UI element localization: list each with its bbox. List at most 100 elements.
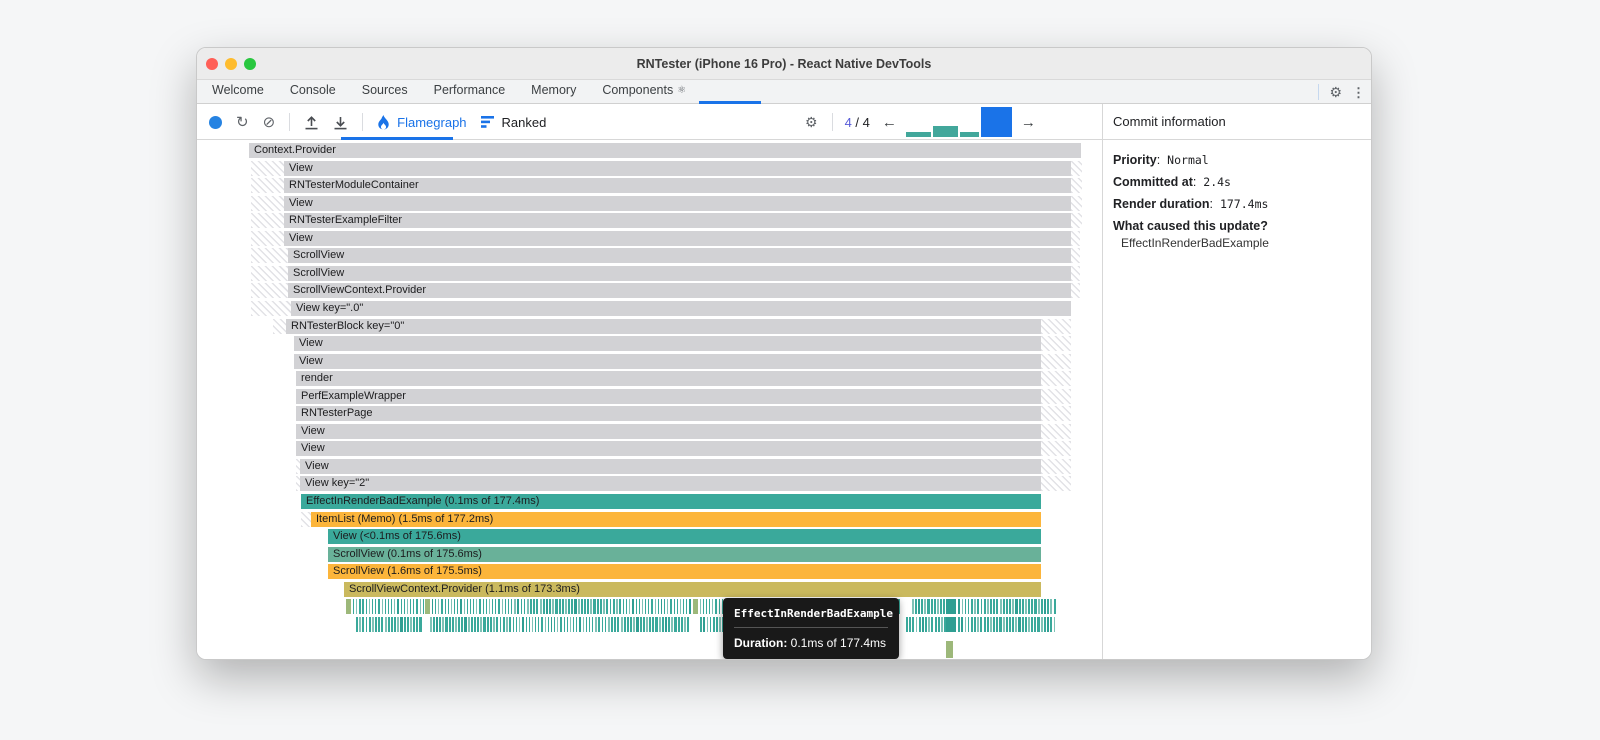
- flame-bar-tiny[interactable]: [431, 599, 433, 614]
- flame-bar-tiny[interactable]: [534, 617, 537, 632]
- flame-bar-tiny[interactable]: [659, 617, 661, 632]
- flame-bar-tiny[interactable]: [636, 617, 639, 632]
- flame-bar-tiny[interactable]: [915, 617, 918, 632]
- flame-bar-tiny[interactable]: [1015, 617, 1017, 632]
- flame-bar-tiny[interactable]: [644, 599, 647, 614]
- commit-bar[interactable]: [959, 132, 979, 137]
- flame-bar-tiny[interactable]: [980, 599, 983, 614]
- flame-bar-tiny[interactable]: [436, 617, 438, 632]
- flame-bar-tiny[interactable]: [506, 617, 508, 632]
- flame-bar-tiny[interactable]: [624, 617, 626, 632]
- flame-bar-tiny[interactable]: [485, 599, 488, 614]
- flame-bar-tiny[interactable]: [358, 599, 361, 614]
- flame-bar-tiny[interactable]: [614, 617, 616, 632]
- flame-bar-tiny[interactable]: [688, 599, 692, 614]
- flame-bar-tiny[interactable]: [984, 599, 986, 614]
- flame-bar-tiny[interactable]: [578, 617, 582, 632]
- flame-bar[interactable]: View key="2": [300, 476, 1041, 492]
- flame-bar-tiny[interactable]: [510, 599, 513, 614]
- flame-bar-tiny[interactable]: [935, 617, 937, 632]
- flame-bar-tiny[interactable]: [597, 599, 599, 614]
- flame-bar-tiny[interactable]: [523, 599, 526, 614]
- flame-bar-tiny[interactable]: [437, 599, 440, 614]
- commit-bar[interactable]: [932, 126, 958, 137]
- flame-bar[interactable]: ScrollView (0.1ms of 175.6ms): [328, 546, 1041, 562]
- flame-bar-tiny[interactable]: [471, 617, 473, 632]
- flame-bar-tiny[interactable]: [611, 617, 613, 632]
- flame-bar-tiny[interactable]: [475, 599, 478, 614]
- flame-bar-tiny[interactable]: [909, 617, 911, 632]
- flame-bar-tiny[interactable]: [419, 599, 422, 614]
- flame-bar-tiny[interactable]: [1053, 617, 1055, 632]
- flame-bar-tiny[interactable]: [517, 599, 520, 614]
- flame-bar-tiny[interactable]: [544, 617, 547, 632]
- flame-bar-tiny[interactable]: [569, 617, 572, 632]
- flame-bar-tiny[interactable]: [943, 599, 945, 614]
- flame-bar-tiny[interactable]: [609, 599, 611, 614]
- flame-bar-tiny[interactable]: [434, 599, 437, 614]
- flame-bar[interactable]: PerfExampleWrapper: [296, 388, 1041, 404]
- flame-bar-tiny[interactable]: [553, 617, 556, 632]
- flame-bar-tiny[interactable]: [987, 599, 989, 614]
- flame-bar-tiny[interactable]: [458, 617, 460, 632]
- flame-bar-tiny[interactable]: [515, 617, 518, 632]
- flame-bar-tiny[interactable]: [919, 617, 921, 632]
- flame-bar-tiny[interactable]: [509, 617, 511, 632]
- flame-bar-tiny[interactable]: [459, 599, 463, 614]
- flame-bar-tiny[interactable]: [584, 599, 586, 614]
- flame-bar[interactable]: View (<0.1ms of 175.6ms): [328, 529, 1041, 545]
- flame-bar-tiny[interactable]: [469, 599, 472, 614]
- flame-bar[interactable]: EffectInRenderBadExample (0.1ms of 177.4…: [301, 494, 1041, 509]
- tab-components[interactable]: Components ⚛: [589, 80, 699, 104]
- flame-bar-tiny[interactable]: [938, 617, 940, 632]
- flame-bar-tiny[interactable]: [1041, 617, 1043, 632]
- flame-bar-tiny[interactable]: [374, 599, 377, 614]
- flame-bar-tiny[interactable]: [362, 599, 364, 614]
- flame-bar-tiny[interactable]: [1050, 617, 1052, 632]
- flame-bar-tiny[interactable]: [681, 617, 683, 632]
- flame-bar-tiny[interactable]: [621, 617, 623, 632]
- flame-bar-tiny[interactable]: [550, 617, 553, 632]
- flame-bar-tiny[interactable]: [674, 617, 677, 632]
- flame-bar-tiny[interactable]: [977, 599, 980, 614]
- flame-bar-tiny[interactable]: [440, 599, 443, 614]
- flame-bar-tiny[interactable]: [521, 617, 524, 632]
- flame-bar-tiny[interactable]: [525, 617, 527, 632]
- flame-bar-tiny[interactable]: [588, 617, 591, 632]
- flame-bar-tiny[interactable]: [388, 617, 390, 632]
- flame-bar-tiny[interactable]: [1009, 617, 1011, 632]
- flame-bar-tiny[interactable]: [352, 599, 354, 614]
- flame-bar-tiny[interactable]: [922, 617, 924, 632]
- flame-bar-tiny[interactable]: [912, 599, 914, 614]
- flame-bar-tiny[interactable]: [480, 617, 482, 632]
- flame-bar-tiny[interactable]: [927, 599, 930, 614]
- flame-bar-tiny[interactable]: [665, 617, 667, 632]
- flame-bar-tiny[interactable]: [488, 599, 491, 614]
- flame-bar-tiny[interactable]: [527, 599, 529, 614]
- flame-bar-tiny[interactable]: [442, 617, 444, 632]
- flame-bar-tiny[interactable]: [474, 617, 476, 632]
- flame-bar-tiny[interactable]: [372, 617, 374, 632]
- flame-bar-tiny[interactable]: [961, 617, 964, 632]
- flame-bar-tiny[interactable]: [915, 599, 917, 614]
- flame-bar-tiny[interactable]: [1022, 599, 1024, 614]
- flame-bar-tiny[interactable]: [676, 599, 679, 614]
- flame-bar-tiny[interactable]: [662, 617, 664, 632]
- flame-bar-tiny[interactable]: [404, 617, 406, 632]
- flame-bar-tiny[interactable]: [393, 599, 396, 614]
- tab-performance[interactable]: Performance: [421, 80, 519, 104]
- flame-bar-tiny[interactable]: [355, 599, 358, 614]
- flame-bar-tiny[interactable]: [603, 599, 605, 614]
- flame-bar-tiny[interactable]: [1006, 599, 1008, 614]
- flame-bar-tiny[interactable]: [647, 599, 650, 614]
- flame-bar-tiny[interactable]: [416, 617, 418, 632]
- flame-bar-tiny[interactable]: [461, 617, 463, 632]
- flame-bar-tiny[interactable]: [993, 599, 995, 614]
- flame-bar-tiny[interactable]: [709, 617, 712, 632]
- flame-bar-tiny[interactable]: [568, 599, 570, 614]
- flame-bar-tiny[interactable]: [1003, 617, 1005, 632]
- flame-bar-tiny[interactable]: [540, 599, 542, 614]
- flame-bar-tiny[interactable]: [711, 599, 714, 614]
- flame-bar-tiny[interactable]: [974, 617, 976, 632]
- flame-bar-tiny[interactable]: [682, 599, 685, 614]
